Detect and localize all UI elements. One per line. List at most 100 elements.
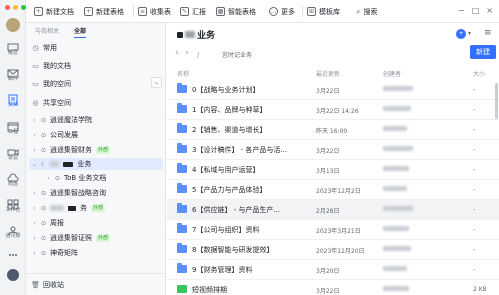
table-row[interactable]: 4【私域与用户运营】 3月13日 - — [167, 160, 499, 180]
row-date: 3月22日 — [316, 288, 340, 295]
folder-icon — [177, 83, 187, 93]
rail-item-more[interactable] — [1, 246, 25, 257]
sidebar-space-item[interactable]: › ⊙ 逍遥魔法学院 — [32, 114, 160, 126]
sidebar-item-label: 我的文档 — [43, 62, 71, 70]
sidebar-space-item[interactable]: › ⊙ 神奇矩阵 — [32, 247, 160, 259]
sidebar-item-label: 我的空间 — [43, 80, 71, 88]
minimize-dot[interactable] — [13, 5, 18, 10]
rail-item-drive[interactable]: 微盘 — [1, 169, 25, 188]
trash-icon: 🗑 — [31, 281, 40, 289]
doc-sidebar: 与我相关 全部 ◷ 常用 ▭ 我的文档 ▭ 我的空间 ⌄ ◎ 共享空间 › ⊙ … — [26, 23, 166, 295]
grid-icon — [7, 195, 19, 210]
rail-item-mail[interactable]: 邮件 — [1, 64, 25, 83]
sidebar-item-label: 周报 — [50, 219, 65, 227]
tab-related[interactable]: 与我相关 — [35, 26, 59, 35]
sidebar-item-my-space[interactable]: ▭ 我的空间 — [32, 78, 160, 90]
form-button[interactable]: ≡ 收集表 — [138, 5, 171, 18]
smart-sheet-button[interactable]: ▦ 智能表格 — [216, 5, 256, 18]
recycle-bin[interactable]: 🗑 回收站 — [31, 279, 160, 291]
chevron-right-icon: › — [47, 174, 50, 182]
column-updated[interactable]: 最近更新 — [316, 69, 340, 78]
template-button[interactable]: ⊞ 模板库 — [307, 5, 340, 18]
space-icon: ⊙ — [41, 249, 47, 257]
table-row[interactable]: 7【公司与组织】资料 2023年3月21日 - — [167, 220, 499, 240]
sidebar-item-my-docs[interactable]: ▭ 我的文档 — [32, 60, 160, 72]
row-name: 2【销售、渠道与增长】 — [192, 126, 267, 134]
folder-icon — [177, 263, 187, 273]
sidebar-space-item[interactable]: › ⊙ 逍遥集智财务 外部 — [32, 144, 160, 156]
user-avatar[interactable] — [6, 18, 20, 32]
member-avatar[interactable]: + — [456, 29, 466, 39]
menu-icon[interactable]: ≡ — [484, 28, 492, 38]
clock-icon: ◷ — [32, 44, 39, 52]
toolbar-label: 收集表 — [150, 7, 171, 16]
redacted-owner — [383, 106, 411, 111]
new-button[interactable]: 新建 — [470, 45, 496, 59]
table-row[interactable]: 3【设计稿件】 - 各产品与活... 3月22日 - — [167, 140, 499, 160]
sidebar-item-frequent[interactable]: ◷ 常用 — [32, 42, 160, 54]
page-title-text: 业务 — [197, 31, 216, 41]
row-date: 2023年3月21日 — [316, 228, 361, 235]
redacted-owner — [383, 226, 409, 231]
sidebar-item-shared-space[interactable]: ◎ 共享空间 — [32, 97, 160, 109]
scrollbar[interactable] — [495, 83, 498, 119]
doc-plus-icon: + — [34, 7, 43, 16]
folder-icon — [177, 183, 187, 193]
breadcrumb[interactable]: 宜时记业务 — [222, 50, 252, 59]
maximize-icon[interactable]: □ — [472, 6, 480, 16]
sidebar-space-item[interactable]: › ⊙ 周报 — [32, 217, 160, 229]
toolbar-label: 搜索 — [363, 7, 378, 16]
chevron-right-icon: › — [33, 189, 36, 197]
app-logo-icon[interactable] — [7, 269, 19, 281]
redacted-text — [185, 31, 195, 38]
tab-all[interactable]: 全部 — [74, 26, 87, 38]
rail-item-contacts[interactable]: 通讯录 — [1, 221, 25, 240]
table-row[interactable]: 9【财务管理】资料 3月20日 - — [167, 260, 499, 280]
table-row[interactable]: 短视频排期 3月22日 2 KB — [167, 280, 499, 295]
rail-item-meeting[interactable]: 会议 — [1, 143, 25, 162]
table-row[interactable]: 5【产品力与产品体验】 2023年12月2日 - — [167, 180, 499, 200]
column-name[interactable]: 名称 — [177, 69, 189, 78]
rail-label: 通讯录 — [5, 233, 21, 239]
back-icon[interactable]: ‹ — [175, 48, 179, 58]
toolbar-label: 新建表格 — [96, 7, 124, 16]
contacts-icon — [7, 221, 19, 236]
minimize-icon[interactable]: − — [458, 6, 465, 16]
table-row[interactable]: 0【战略与业务计划】 3月22日 - — [167, 80, 499, 100]
new-doc-button[interactable]: + 新建文档 — [34, 5, 74, 18]
new-sheet-button[interactable]: + 新建表格 — [84, 5, 124, 18]
report-button[interactable]: ✎ 汇报 — [180, 5, 206, 18]
table-row[interactable]: 2【销售、渠道与增长】 昨天 16:00 - — [167, 120, 499, 140]
forward-icon[interactable]: › — [185, 48, 189, 58]
external-badge: 外部 — [96, 146, 111, 154]
rail-item-workbench[interactable]: 工作台 — [1, 195, 25, 214]
main-content: 业务 + ▾ ≡ ‹ › / 宜时记业务 新建 名称 最近更新 创建者 大小 0… — [167, 23, 499, 295]
sidebar-space-item[interactable]: › ⊙ 务 外部 — [32, 202, 160, 214]
row-size: - — [473, 106, 476, 113]
row-size: 2 KB — [473, 286, 487, 293]
search-button[interactable]: ⌕ 搜索 — [356, 5, 377, 18]
close-dot[interactable] — [5, 5, 10, 10]
rail-item-docs[interactable]: 文档 — [1, 90, 25, 109]
sidebar-space-item[interactable]: › ⊙ 逍遥集智证照 外部 — [32, 232, 160, 244]
chevron-right-icon: › — [33, 234, 36, 242]
sidebar-space-item[interactable]: › ⊙ 逍遥集智战略咨询 — [32, 187, 160, 199]
chevron-down-icon[interactable]: ▾ — [468, 30, 471, 37]
row-name: 8【数据智能与研发提效】 — [192, 246, 274, 254]
more-button[interactable]: … 更多 — [269, 5, 295, 18]
column-owner[interactable]: 创建者 — [383, 69, 401, 78]
rail-item-messages[interactable]: 消息 — [1, 38, 25, 57]
collapse-button[interactable]: ⌄ — [151, 77, 162, 88]
table-row[interactable]: 1【内容、品牌与种草】 3月22日 14:26 - — [167, 100, 499, 120]
column-size[interactable]: 大小 — [473, 69, 485, 78]
close-icon[interactable]: × — [486, 6, 493, 16]
table-row[interactable]: 8【数据智能与研发提效】 2023年12月20日 - — [167, 240, 499, 260]
row-name: 4【私域与用户运营】 — [192, 166, 260, 174]
sidebar-space-item[interactable]: › ⊙ 公司发展 — [32, 129, 160, 141]
sidebar-space-item[interactable]: › ⊙ ToB 业务文档 — [46, 172, 174, 184]
sidebar-item-label: 共享空间 — [43, 99, 71, 107]
rail-item-calendar[interactable]: 日程 — [1, 117, 25, 136]
sidebar-space-item-selected[interactable]: ⌄ ☾ 业务 — [29, 158, 163, 170]
shared-icon: ◎ — [32, 99, 39, 107]
table-row-hovered[interactable]: 6【供应链】 - 与产品生产... 2月28日 - — [167, 200, 499, 220]
